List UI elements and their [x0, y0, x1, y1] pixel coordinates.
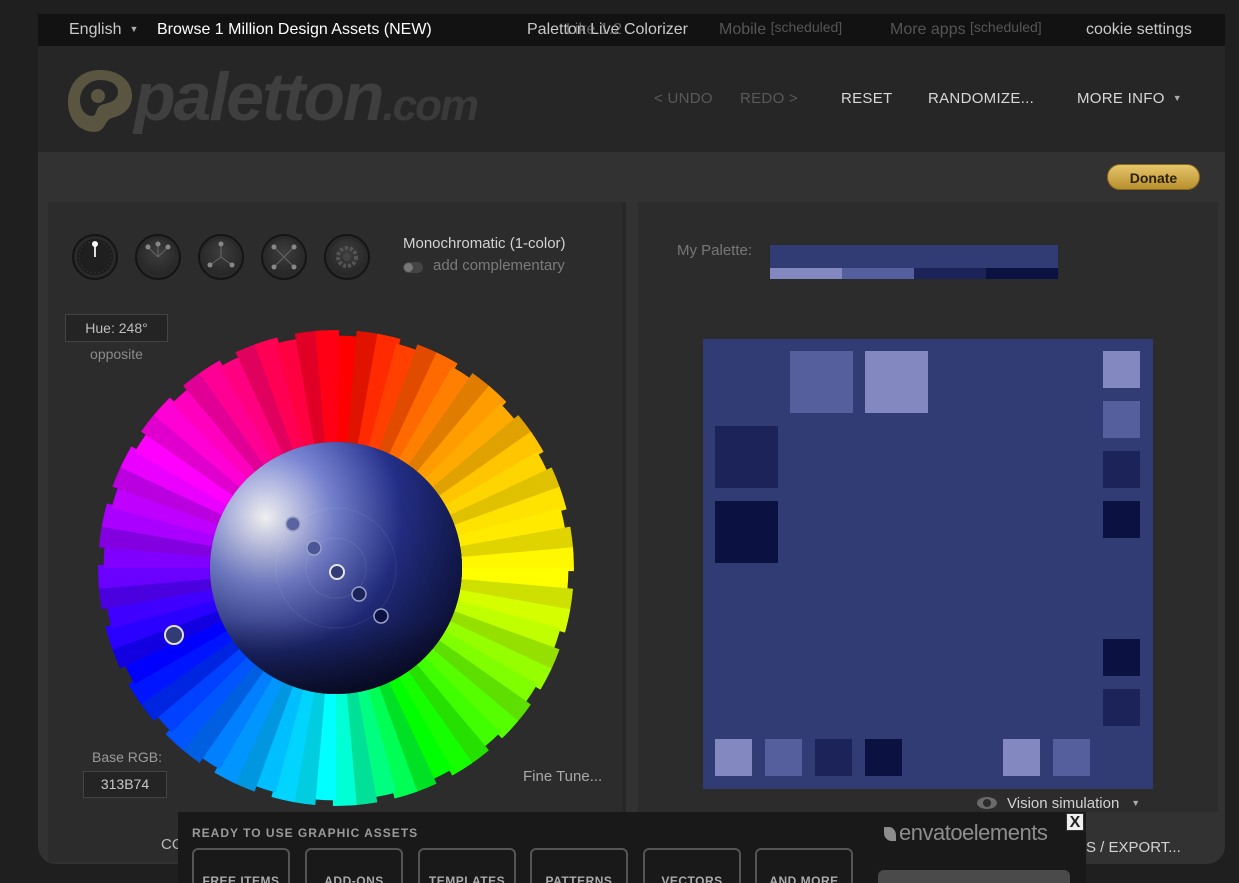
- redo-button[interactable]: REDO >: [740, 90, 798, 107]
- mode-title: Monochromatic (1-color): [403, 235, 566, 252]
- base-rgb-label: Base RGB:: [92, 749, 163, 765]
- preview-swatch[interactable]: [715, 501, 778, 563]
- palette-preview-canvas[interactable]: [703, 339, 1153, 789]
- chevron-down-icon: ▼: [1131, 798, 1141, 808]
- preview-swatch[interactable]: [1053, 739, 1090, 776]
- more-info-menu[interactable]: MORE INFO ▼: [1077, 90, 1182, 107]
- shade-handle[interactable]: [306, 540, 322, 556]
- preview-swatch[interactable]: [815, 739, 852, 776]
- mode-mono-button[interactable]: [72, 234, 118, 280]
- ad-add-ons-button[interactable]: ADD-ONS: [305, 848, 403, 883]
- preview-swatch[interactable]: [1103, 401, 1140, 438]
- ad-cta-button[interactable]: [878, 870, 1070, 883]
- promo-link[interactable]: Browse 1 Million Design Assets (NEW): [157, 21, 432, 39]
- gear-icon: [336, 246, 358, 268]
- envato-brand: envatoelements: [899, 820, 1048, 845]
- my-palette-label: My Palette:: [677, 242, 753, 259]
- palette-strip-2: [842, 268, 914, 279]
- cookie-settings-link[interactable]: cookie settings: [1086, 21, 1192, 39]
- more-apps-label: More apps: [890, 21, 966, 38]
- more-info-label: MORE INFO: [1077, 90, 1165, 107]
- palette-strip-4: [986, 268, 1058, 279]
- ad-patterns-button[interactable]: PATTERNS: [530, 848, 628, 883]
- logo-suffix: .com: [382, 81, 479, 130]
- fine-tune-link[interactable]: Fine Tune...: [523, 768, 602, 785]
- preview-swatch[interactable]: [865, 739, 902, 776]
- toggle-knob: [404, 263, 413, 272]
- palette-strip-1: [770, 268, 842, 279]
- preview-swatch[interactable]: [715, 426, 778, 488]
- hue-handle[interactable]: [164, 625, 184, 645]
- preview-swatch[interactable]: [1103, 451, 1140, 488]
- color-wheel[interactable]: [98, 330, 574, 806]
- my-palette-swatch[interactable]: [769, 244, 1059, 280]
- ad-and-more-button[interactable]: AND MORE: [755, 848, 853, 883]
- shade-handle[interactable]: [351, 586, 367, 602]
- vision-simulation-menu[interactable]: Vision simulation ▼: [977, 795, 1140, 812]
- chevron-down-icon: ▼: [1172, 93, 1182, 103]
- mobile-link[interactable]: Mobile [scheduled]: [719, 19, 843, 39]
- preview-swatch[interactable]: [1103, 351, 1140, 388]
- reset-button[interactable]: RESET: [841, 90, 893, 107]
- preview-swatch[interactable]: [865, 351, 928, 413]
- mode-adjacent-button[interactable]: [135, 234, 181, 280]
- undo-button[interactable]: < UNDO: [654, 90, 713, 107]
- add-complementary-label[interactable]: add complementary: [433, 257, 565, 274]
- leaf-icon: [884, 827, 896, 841]
- ad-free-items-button[interactable]: FREE ITEMS: [192, 848, 290, 883]
- app-header: paletton.com < UNDO REDO > RESET RANDOMI…: [38, 46, 1225, 152]
- language-label: English: [69, 21, 122, 38]
- mode-triad-button[interactable]: [198, 234, 244, 280]
- language-selector[interactable]: English ▼: [69, 21, 138, 39]
- triad-mode-icon: [207, 241, 235, 268]
- mono-mode-icon: [78, 240, 112, 274]
- mode-tetrad-button[interactable]: [261, 234, 307, 280]
- preview-swatch[interactable]: [715, 739, 752, 776]
- preview-swatch[interactable]: [1003, 739, 1040, 776]
- main-panel: Donate Monochromatic (1-color) add compl…: [38, 152, 1225, 864]
- top-bar: English ▼ Browse 1 Million Design Assets …: [38, 14, 1225, 46]
- eye-icon: [977, 797, 997, 809]
- shade-handle[interactable]: [373, 608, 389, 624]
- preview-swatch[interactable]: [1103, 689, 1140, 726]
- tetrad-mode-icon: [271, 244, 297, 270]
- more-apps-status: [scheduled]: [970, 19, 1042, 35]
- ad-title: READY TO USE GRAPHIC ASSETS: [192, 826, 419, 840]
- ad-templates-button[interactable]: TEMPLATES: [418, 848, 516, 883]
- preview-swatch[interactable]: [765, 739, 802, 776]
- ad-banner[interactable]: READY TO USE GRAPHIC ASSETS envatoelemen…: [178, 812, 1086, 883]
- base-shade-handle[interactable]: [329, 564, 345, 580]
- like-button[interactable]: Like 1.2: [566, 21, 622, 39]
- more-apps-link[interactable]: More apps [scheduled]: [890, 19, 1042, 39]
- paletton-logo-icon: [68, 70, 132, 132]
- adjacent-mode-icon: [145, 241, 171, 258]
- preview-swatch[interactable]: [790, 351, 853, 413]
- complementary-toggle[interactable]: [403, 262, 423, 273]
- ad-close-button[interactable]: X: [1066, 813, 1084, 831]
- preview-swatch[interactable]: [1103, 501, 1140, 538]
- site-logo[interactable]: paletton.com: [134, 58, 479, 136]
- vision-simulation-label: Vision simulation: [1007, 795, 1120, 812]
- preview-swatch[interactable]: [1103, 639, 1140, 676]
- mobile-label: Mobile: [719, 21, 767, 38]
- ad-vectors-button[interactable]: VECTORS: [643, 848, 741, 883]
- palette-strip-3: [914, 268, 986, 279]
- donate-button[interactable]: Donate: [1107, 164, 1200, 190]
- shade-handle[interactable]: [285, 516, 301, 532]
- palette-preview-panel: My Palette:: [638, 202, 1218, 812]
- mode-free-button[interactable]: [324, 234, 370, 280]
- tables-export-tab[interactable]: ES / EXPORT...: [1076, 839, 1181, 856]
- logo-wordmark: paletton: [134, 59, 384, 135]
- randomize-button[interactable]: RANDOMIZE...: [928, 90, 1034, 107]
- chevron-down-icon: ▼: [129, 24, 139, 34]
- base-rgb-input[interactable]: 313B74: [83, 771, 167, 798]
- mobile-status: [scheduled]: [770, 19, 843, 35]
- envato-logo: envatoelements: [884, 820, 1048, 846]
- color-wheel-panel: Monochromatic (1-color) add complementar…: [48, 202, 626, 862]
